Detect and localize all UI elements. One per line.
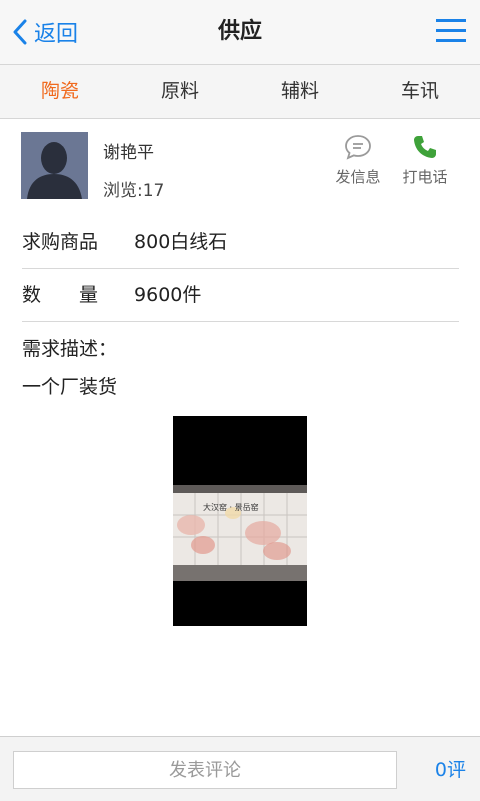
person-silhouette-icon [21, 132, 88, 199]
comment-bar: 0评 [0, 736, 480, 801]
call-button[interactable]: 打电话 [395, 132, 455, 187]
chat-bubble-icon [345, 135, 371, 160]
view-count: 浏览:17 [103, 181, 165, 201]
user-info: 谢艳平 浏览:17 发信息 打电话 [21, 132, 461, 201]
call-label: 打电话 [402, 168, 448, 186]
header-bar: 返回 供应 [0, 0, 480, 65]
description-label: 需求描述： [22, 338, 118, 360]
tab-vehicle-news[interactable]: 车讯 [360, 65, 480, 118]
quantity-field: 数 量 9600件 [22, 269, 459, 322]
quantity-label: 数 量 [22, 284, 99, 306]
page-title: 供应 [217, 19, 262, 44]
user-name: 谢艳平 [103, 143, 154, 163]
product-field: 求购商品 800白线石 [22, 216, 459, 269]
product-label: 求购商品 [22, 231, 99, 253]
send-message-label: 发信息 [335, 168, 381, 186]
comment-count-button[interactable]: 0评 [435, 755, 466, 782]
tab-ceramics[interactable]: 陶瓷 [0, 65, 120, 118]
avatar[interactable] [21, 132, 88, 199]
tile-photo-image [173, 485, 307, 581]
menu-icon [436, 19, 466, 42]
comment-input[interactable] [13, 751, 397, 789]
product-value: 800白线石 [134, 231, 228, 253]
tab-auxiliary[interactable]: 辅料 [240, 65, 360, 118]
phone-icon [414, 136, 436, 158]
product-photo[interactable]: 大汉窑 · 景岳窑 [173, 416, 307, 626]
photo-overlay-text: 大汉窑 · 景岳窑 [203, 503, 259, 512]
tab-raw-materials[interactable]: 原料 [120, 65, 240, 118]
send-message-button[interactable]: 发信息 [328, 132, 388, 187]
menu-button[interactable] [436, 18, 466, 44]
description-text: 一个厂装货 [22, 376, 118, 398]
category-tabs: 陶瓷 原料 辅料 车讯 [0, 65, 480, 119]
quantity-value: 9600件 [134, 284, 202, 306]
